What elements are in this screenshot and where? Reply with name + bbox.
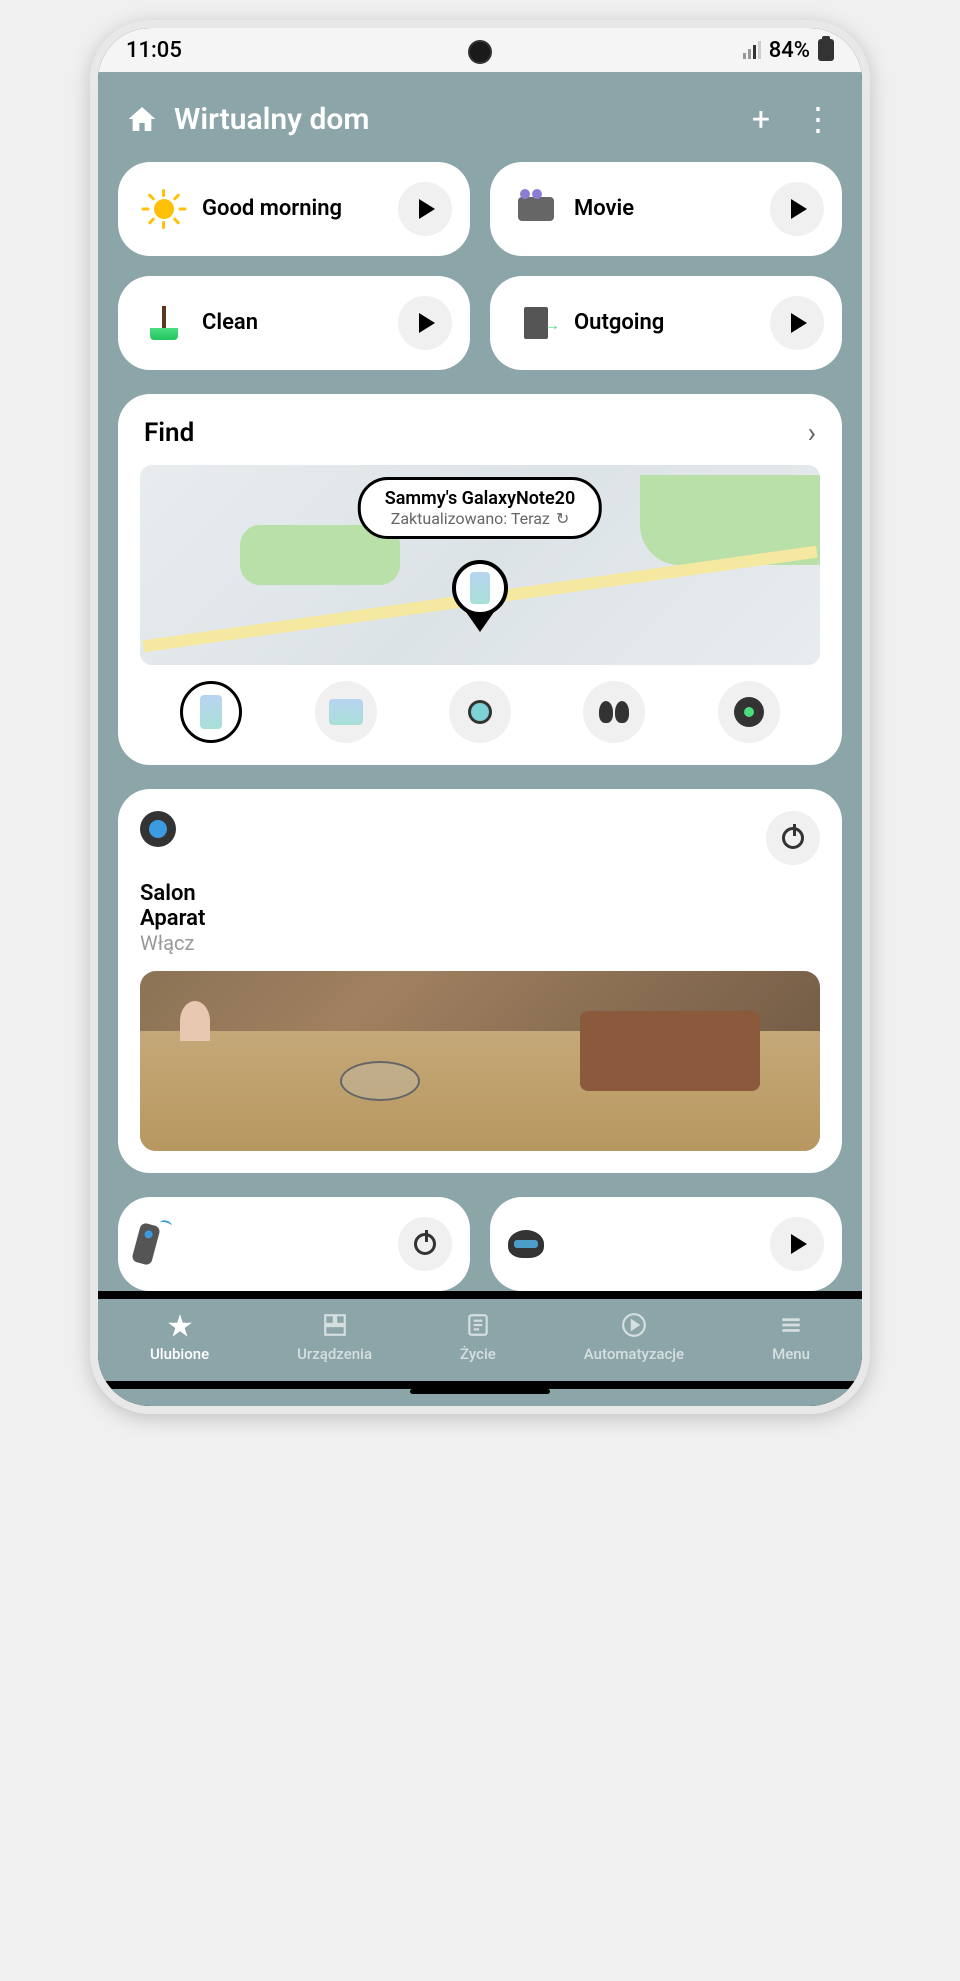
map-device-bubble[interactable]: Sammy's GalaxyNote20 Zaktualizowano: Ter… [358, 477, 602, 539]
play-button[interactable] [770, 296, 824, 350]
device-selector-row [140, 681, 820, 743]
home-indicator[interactable] [410, 1389, 550, 1394]
play-button[interactable] [770, 182, 824, 236]
device-earbuds[interactable] [583, 681, 645, 743]
remote-icon [136, 1224, 156, 1264]
scene-label: Outgoing [574, 310, 754, 336]
list-icon [464, 1311, 492, 1339]
nav-label: Życie [460, 1345, 496, 1363]
more-menu-icon[interactable]: ⋮ [802, 100, 834, 138]
camera-card[interactable]: Salon Aparat Włącz [118, 789, 842, 1173]
scene-good-morning[interactable]: Good morning [118, 162, 470, 256]
sun-icon [142, 187, 186, 231]
device-tablet[interactable] [315, 681, 377, 743]
signal-icon [743, 41, 761, 59]
nav-label: Urządzenia [297, 1345, 372, 1363]
camera-room: Salon [140, 881, 820, 906]
play-button[interactable] [398, 296, 452, 350]
scene-label: Movie [574, 196, 754, 222]
camera-preview[interactable] [140, 971, 820, 1151]
battery-icon [818, 39, 834, 61]
phone-frame: 11:05 84% Wirtualny dom + [90, 20, 870, 1414]
page-title[interactable]: Wirtualny dom [174, 102, 369, 137]
robot-vacuum-icon [508, 1230, 544, 1258]
nav-menu[interactable]: Menu [772, 1311, 810, 1363]
power-button[interactable] [766, 811, 820, 865]
remote-card[interactable] [118, 1197, 470, 1291]
map-pin-icon [452, 560, 508, 632]
nav-favorites[interactable]: Ulubione [150, 1311, 209, 1363]
play-circle-icon [620, 1311, 648, 1339]
nav-life[interactable]: Życie [460, 1311, 496, 1363]
scene-label: Clean [202, 310, 382, 336]
camera-device-icon [140, 811, 176, 847]
find-title: Find [144, 418, 194, 448]
scene-outgoing[interactable]: Outgoing [490, 276, 842, 370]
movie-camera-icon [514, 187, 558, 231]
map-updated-text: Zaktualizowano: Teraz [391, 509, 550, 528]
nav-label: Menu [772, 1345, 810, 1363]
device-tag[interactable] [718, 681, 780, 743]
camera-notch [468, 40, 492, 64]
nav-devices[interactable]: Urządzenia [297, 1311, 372, 1363]
app-header: Wirtualny dom + ⋮ [118, 92, 842, 162]
map-device-name: Sammy's GalaxyNote20 [385, 488, 575, 509]
status-time: 11:05 [126, 38, 182, 63]
find-card[interactable]: Find › Sammy's GalaxyNote20 Zaktualizowa… [118, 394, 842, 765]
star-icon [166, 1311, 194, 1339]
power-button[interactable] [398, 1217, 452, 1271]
nav-label: Ulubione [150, 1345, 209, 1363]
refresh-icon[interactable]: ↻ [556, 509, 569, 528]
grid-icon [321, 1311, 349, 1339]
scene-movie[interactable]: Movie [490, 162, 842, 256]
robot-vacuum-card[interactable] [490, 1197, 842, 1291]
camera-name: Aparat [140, 906, 820, 931]
scene-label: Good morning [202, 196, 382, 222]
chevron-right-icon[interactable]: › [808, 416, 816, 449]
scene-clean[interactable]: Clean [118, 276, 470, 370]
battery-percent: 84% [769, 38, 810, 63]
broom-icon [142, 301, 186, 345]
device-phone[interactable] [180, 681, 242, 743]
nav-label: Automatyzacje [584, 1345, 684, 1363]
scene-grid: Good morning Movie Clean [118, 162, 842, 370]
menu-icon [777, 1311, 805, 1339]
bottom-device-grid [118, 1197, 842, 1291]
bottom-navigation: Ulubione Urządzenia Życie Automatyzacje … [98, 1299, 862, 1381]
home-icon[interactable] [126, 103, 158, 135]
nav-automations[interactable]: Automatyzacje [584, 1311, 684, 1363]
add-button[interactable]: + [752, 100, 770, 138]
play-button[interactable] [398, 182, 452, 236]
device-watch[interactable] [449, 681, 511, 743]
camera-status: Włącz [140, 931, 820, 955]
map-preview[interactable]: Sammy's GalaxyNote20 Zaktualizowano: Ter… [140, 465, 820, 665]
play-button[interactable] [770, 1217, 824, 1271]
door-exit-icon [514, 301, 558, 345]
